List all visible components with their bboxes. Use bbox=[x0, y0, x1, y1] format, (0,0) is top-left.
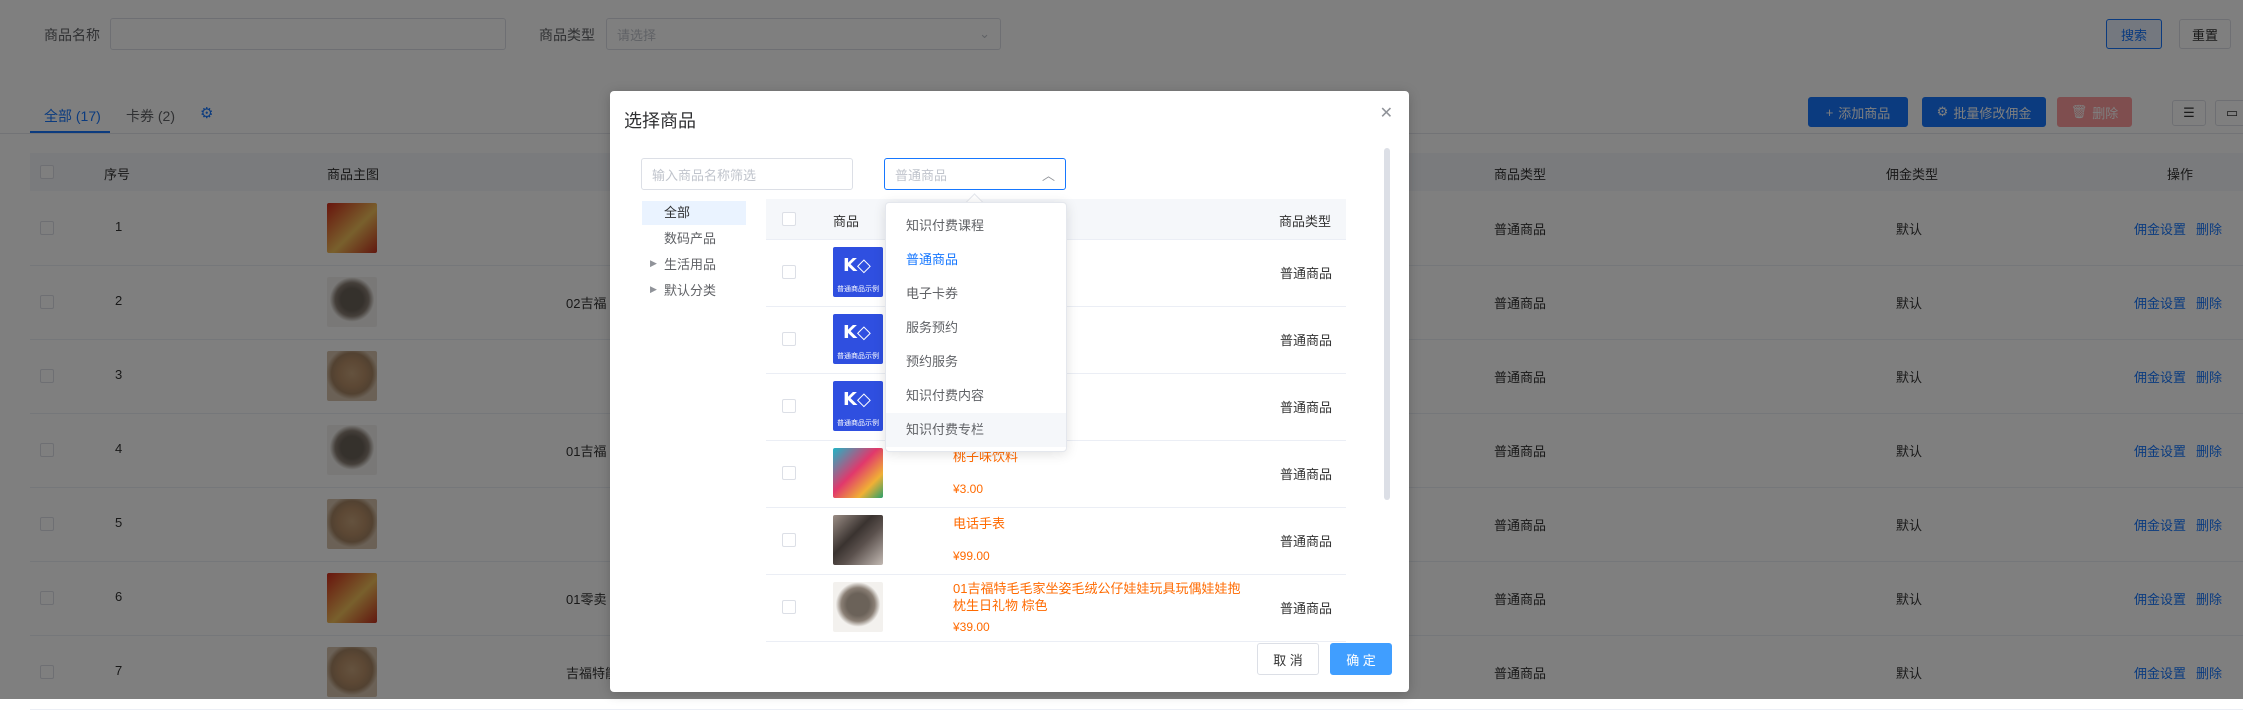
close-icon[interactable]: ✕ bbox=[1380, 103, 1393, 123]
product-thumbnail bbox=[833, 515, 883, 565]
product-filter-input[interactable]: 输入商品名称筛选 bbox=[641, 158, 853, 190]
product-row-checkbox[interactable] bbox=[782, 466, 796, 480]
product-thumbnail bbox=[833, 582, 883, 632]
dialog-title: 选择商品 bbox=[624, 111, 696, 131]
chevron-up-icon: ︿ bbox=[1041, 167, 1055, 183]
product-type-dropdown-menu: 知识付费课程 普通商品 电子卡券 服务预约 预约服务 知识付费内容 知识付费专栏 bbox=[885, 202, 1067, 452]
dropdown-option[interactable]: 预约服务 bbox=[886, 345, 1066, 379]
tree-item-daily[interactable]: 生活用品 bbox=[664, 253, 716, 277]
product-thumbnail: K◇ 普通商品示例 bbox=[833, 381, 883, 431]
product-filter-placeholder: 输入商品名称筛选 bbox=[652, 167, 757, 183]
tree-item-all-highlight bbox=[642, 201, 746, 225]
product-type: 普通商品 bbox=[1280, 333, 1333, 348]
dropdown-option[interactable]: 服务预约 bbox=[886, 311, 1066, 345]
kd-caption: 普通商品示例 bbox=[837, 420, 879, 427]
product-type: 普通商品 bbox=[1280, 266, 1333, 281]
dropdown-option[interactable]: 普通商品 bbox=[886, 243, 1066, 277]
dialog-scrollbar[interactable] bbox=[1384, 148, 1390, 500]
kd-caption: 普通商品示例 bbox=[837, 353, 879, 360]
product-name: 电话手表 bbox=[953, 516, 1006, 531]
tree-item-default[interactable]: 默认分类 bbox=[664, 279, 716, 303]
product-thumbnail: K◇ 普通商品示例 bbox=[833, 314, 883, 364]
product-type: 普通商品 bbox=[1280, 467, 1333, 482]
caret-right-icon[interactable]: ▶ bbox=[650, 258, 657, 269]
dropdown-option[interactable]: 电子卡券 bbox=[886, 277, 1066, 311]
product-row-checkbox[interactable] bbox=[782, 265, 796, 279]
kd-logo-icon: K◇ bbox=[843, 255, 871, 276]
caret-right-icon[interactable]: ▶ bbox=[650, 284, 657, 295]
product-type-dropdown[interactable]: 普通商品 ︿ bbox=[884, 158, 1066, 190]
product-name: 01吉福特毛毛家坐姿毛绒公仔娃娃玩具玩偶娃娃抱枕生日礼物 棕色 bbox=[953, 581, 1241, 613]
product-price: ¥39.00 bbox=[953, 620, 990, 634]
product-select-all-checkbox[interactable] bbox=[782, 212, 796, 226]
dropdown-option[interactable]: 知识付费专栏 bbox=[886, 413, 1066, 447]
product-type-value: 普通商品 bbox=[895, 167, 948, 183]
product-type: 普通商品 bbox=[1280, 534, 1333, 549]
product-row-checkbox[interactable] bbox=[782, 332, 796, 346]
tree-item-digital[interactable]: 数码产品 bbox=[664, 227, 716, 251]
product-price: ¥3.00 bbox=[953, 482, 984, 496]
product-row-checkbox[interactable] bbox=[782, 533, 796, 547]
dropdown-option[interactable]: 知识付费内容 bbox=[886, 379, 1066, 413]
product-type: 普通商品 bbox=[1280, 601, 1333, 616]
confirm-button[interactable]: 确 定 bbox=[1330, 643, 1392, 675]
product-thumbnail: K◇ 普通商品示例 bbox=[833, 247, 883, 297]
tree-item-all[interactable]: 全部 bbox=[664, 201, 690, 225]
kd-caption: 普通商品示例 bbox=[837, 286, 879, 293]
header-product: 商品 bbox=[833, 214, 860, 229]
product-row[interactable]: 电话手表 ¥99.00 普通商品 bbox=[766, 507, 1346, 575]
product-row[interactable]: 01吉福特毛毛家坐姿毛绒公仔娃娃玩具玩偶娃娃抱枕生日礼物 棕色 ¥39.00 普… bbox=[766, 574, 1346, 642]
kd-logo-icon: K◇ bbox=[843, 389, 871, 410]
cancel-button[interactable]: 取 消 bbox=[1257, 643, 1319, 675]
kd-logo-icon: K◇ bbox=[843, 322, 871, 343]
product-row-checkbox[interactable] bbox=[782, 600, 796, 614]
product-thumbnail bbox=[833, 448, 883, 498]
product-type: 普通商品 bbox=[1280, 400, 1333, 415]
product-row-checkbox[interactable] bbox=[782, 399, 796, 413]
dropdown-option[interactable]: 知识付费课程 bbox=[886, 209, 1066, 243]
product-price: ¥99.00 bbox=[953, 549, 990, 563]
header-product-type: 商品类型 bbox=[1279, 214, 1332, 229]
